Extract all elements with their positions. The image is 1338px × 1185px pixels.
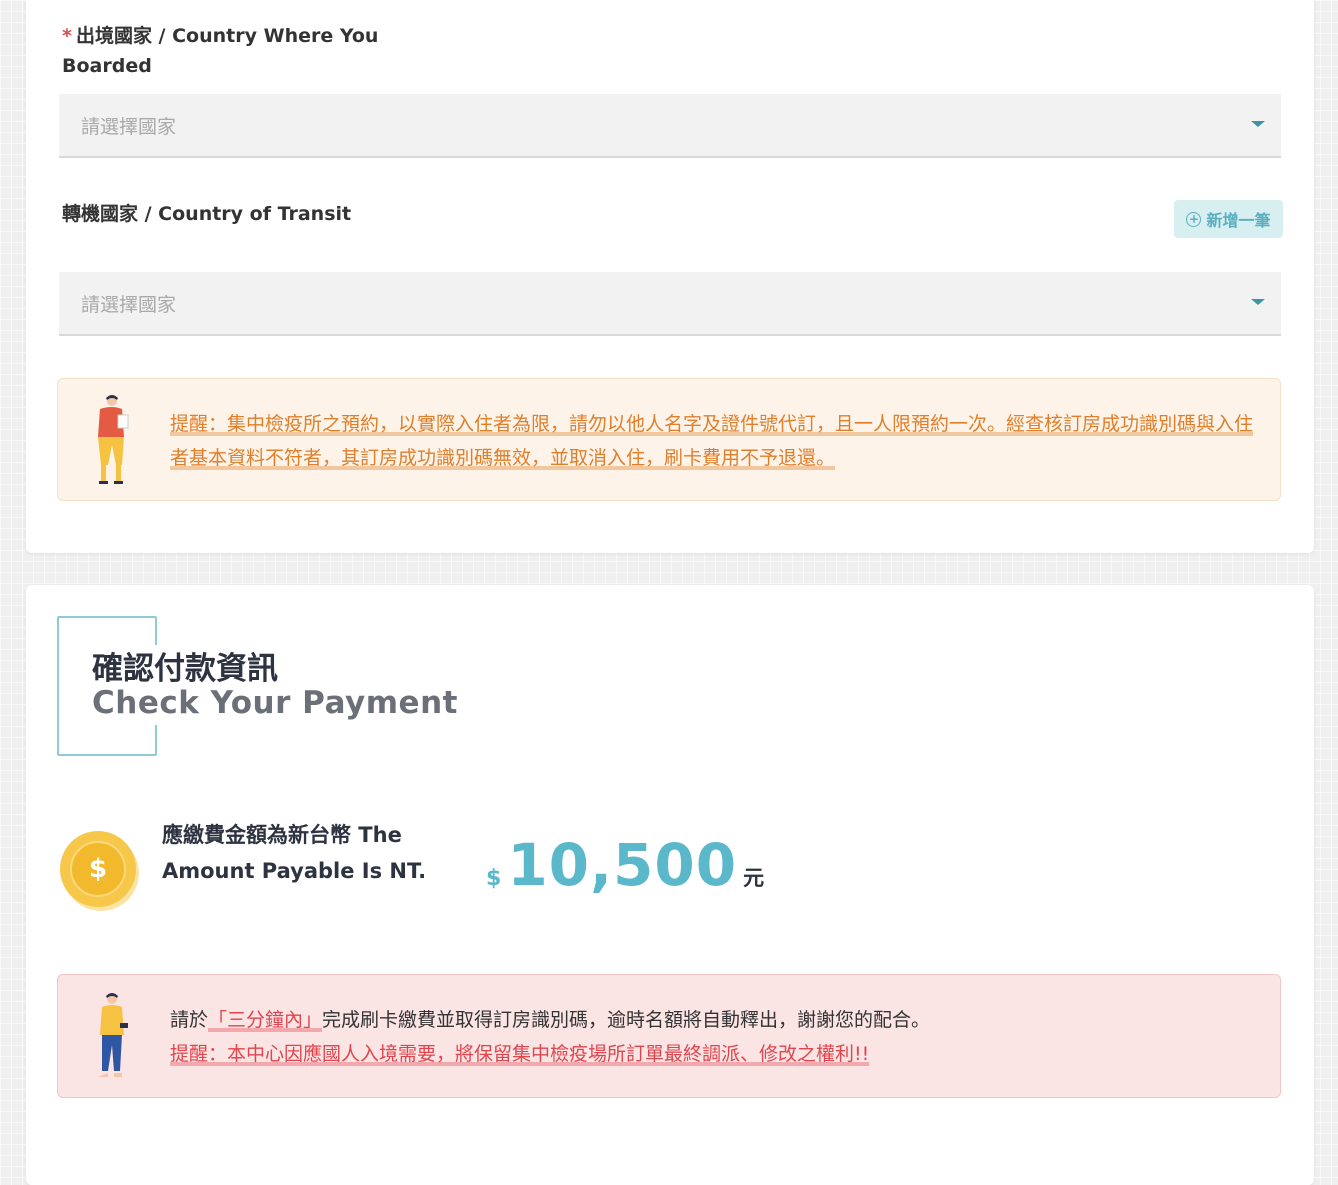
- chevron-down-icon: [1251, 121, 1265, 127]
- transit-country-placeholder: 請選擇國家: [81, 294, 177, 316]
- boarded-country-label: * 出境國家 / Country Where You Boarded: [62, 25, 379, 77]
- payment-title-en: Check Your Payment: [92, 685, 458, 721]
- payment-notice: 請於「三分鐘內」完成刷卡繳費並取得訂房識別碼，逾時名額將自動釋出，謝謝您的配合。…: [57, 974, 1281, 1098]
- required-mark: *: [62, 25, 72, 47]
- payment-notice-line1: 請於「三分鐘內」完成刷卡繳費並取得訂房識別碼，逾時名額將自動釋出，謝謝您的配合。: [170, 1009, 931, 1031]
- amount-value: 10,500: [507, 831, 738, 899]
- transit-country-select[interactable]: 請選擇國家: [59, 272, 1281, 336]
- amount-unit: 元: [743, 866, 765, 890]
- payment-notice-text: 請於「三分鐘內」完成刷卡繳費並取得訂房識別碼，逾時名額將自動釋出，謝謝您的配合。…: [170, 1003, 1260, 1071]
- payment-title-zh: 確認付款資訊: [92, 651, 278, 687]
- person-illustration: [98, 395, 129, 484]
- coin-symbol: $: [88, 854, 108, 884]
- currency-symbol: $: [486, 866, 502, 891]
- amount-label: 應繳費金額為新台幣 The Amount Payable Is NT.: [162, 823, 427, 883]
- booking-notice-text: 提醒：集中檢疫所之預約，以實際入住者為限，請勿以他人名字及證件號代訂，且一人限預…: [170, 413, 1254, 469]
- add-transit-button[interactable]: + 新增一筆: [1174, 200, 1283, 238]
- dollar-coin-icon: $: [60, 831, 136, 907]
- payment-card: 確認付款資訊 Check Your Payment $ 應繳費金額為新台幣 Th…: [26, 585, 1314, 1185]
- boarded-country-select[interactable]: 請選擇國家: [59, 94, 1281, 158]
- add-transit-label: 新增一筆: [1206, 211, 1271, 230]
- booking-notice: 提醒：集中檢疫所之預約，以實際入住者為限，請勿以他人名字及證件號代訂，且一人限預…: [57, 378, 1281, 501]
- transit-country-label: 轉機國家 / Country of Transit: [62, 203, 352, 225]
- plus-circle-icon: +: [1186, 211, 1202, 227]
- travel-info-card: * 出境國家 / Country Where You Boarded 請選擇國家 …: [26, 0, 1314, 553]
- chevron-down-icon: [1251, 299, 1265, 305]
- person-illustration: [98, 993, 128, 1077]
- amount-display: $10,500 元: [486, 831, 764, 899]
- boarded-country-placeholder: 請選擇國家: [81, 116, 177, 138]
- payment-notice-line2: 提醒：本中心因應國人入境需要，將保留集中檢疫場所訂單最終調派、修改之權利!!: [170, 1043, 870, 1065]
